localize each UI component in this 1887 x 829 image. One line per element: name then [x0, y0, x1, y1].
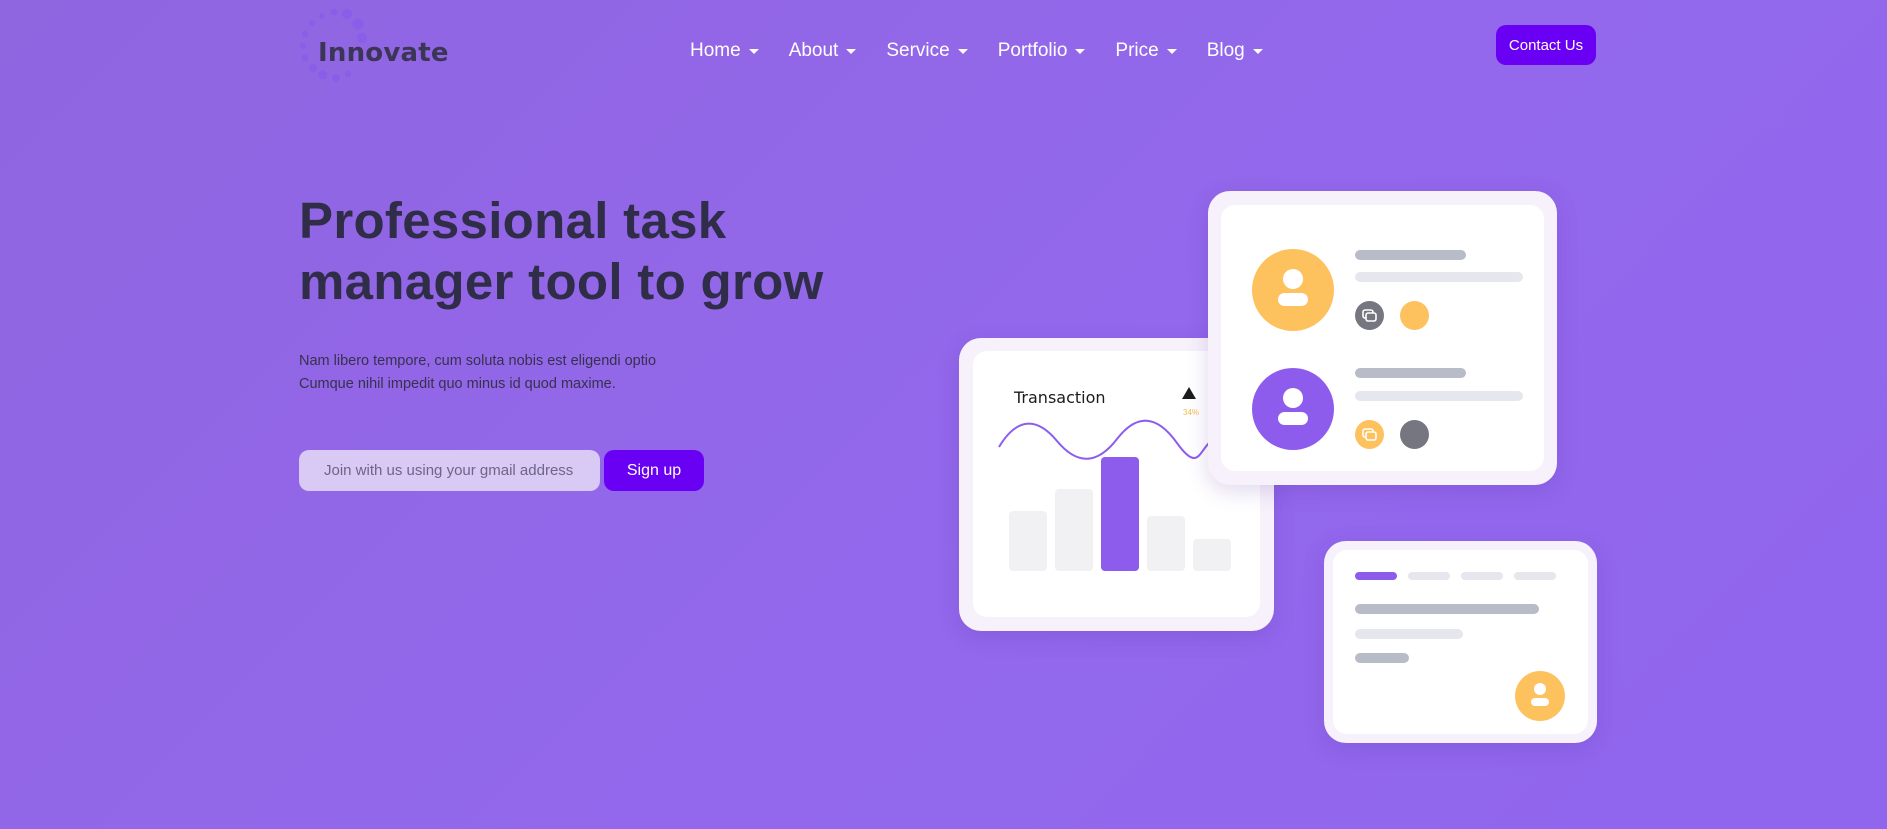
caret-down-icon [1166, 49, 1177, 54]
brand-name: Innovate [318, 38, 449, 68]
nav-item-label: Blog [1206, 40, 1245, 61]
profile-card [1208, 191, 1557, 485]
nav-item-home[interactable]: Home [690, 40, 759, 62]
bar-chart-bar [1009, 511, 1047, 571]
caret-down-icon [748, 49, 759, 54]
placeholder-line [1355, 250, 1466, 260]
nav-item-label: Service [886, 40, 950, 61]
tab-placeholder [1461, 572, 1503, 580]
nav-item-blog[interactable]: Blog [1207, 40, 1263, 62]
status-dot [1400, 420, 1429, 449]
tab-placeholder [1408, 572, 1450, 580]
chat-icon [1355, 420, 1384, 449]
nav-item-about[interactable]: About [789, 40, 857, 62]
up-triangle-icon [1182, 387, 1196, 399]
nav-item-label: About [788, 40, 839, 61]
caret-down-icon [957, 49, 968, 54]
caret-down-icon [1252, 49, 1263, 54]
placeholder-line [1355, 368, 1466, 378]
nav-item-label: Home [690, 40, 741, 61]
transaction-title: Transaction [1014, 388, 1106, 407]
bar-chart-bar [1101, 457, 1139, 571]
brand-logo[interactable]: Innovate [298, 8, 449, 84]
bar-chart-bar [1147, 516, 1185, 571]
placeholder-line [1355, 653, 1409, 663]
avatar-icon [1252, 249, 1334, 331]
tab-indicator [1355, 572, 1397, 580]
profile-card-body [1221, 205, 1544, 471]
hero-description-line: Cumque nihil impedit quo minus id quod m… [299, 376, 616, 392]
tasks-card-body [1333, 550, 1588, 734]
nav-item-portfolio[interactable]: Portfolio [998, 40, 1086, 62]
nav-item-price[interactable]: Price [1115, 40, 1177, 62]
caret-down-icon [846, 49, 857, 54]
hero-description: Nam libero tempore, cum soluta nobis est… [299, 350, 719, 396]
caret-down-icon [1075, 49, 1086, 54]
nav-item-service[interactable]: Service [886, 40, 968, 62]
hero-title: Professional task manager tool to grow [299, 192, 824, 310]
status-dot [1400, 301, 1429, 330]
tab-placeholder [1514, 572, 1556, 580]
bar-chart-bar [1055, 489, 1093, 571]
signup-button[interactable]: Sign up [604, 450, 704, 491]
avatar-icon [1252, 368, 1334, 450]
placeholder-line [1355, 629, 1463, 639]
placeholder-line [1355, 272, 1523, 282]
tasks-card [1324, 541, 1597, 743]
contact-us-button[interactable]: Contact Us [1496, 25, 1596, 65]
chat-icon [1355, 301, 1384, 330]
nav-item-label: Portfolio [997, 40, 1068, 61]
bar-chart-bar [1193, 539, 1231, 571]
transaction-change: 34% [1183, 408, 1200, 417]
hero-description-line: Nam libero tempore, cum soluta nobis est… [299, 353, 657, 369]
email-input[interactable] [299, 450, 600, 491]
nav-item-label: Price [1115, 40, 1159, 61]
placeholder-line [1355, 391, 1523, 401]
main-nav: Home About Service Portfolio Price Blog [690, 40, 1263, 62]
placeholder-line [1355, 604, 1539, 614]
avatar-icon [1515, 671, 1565, 721]
